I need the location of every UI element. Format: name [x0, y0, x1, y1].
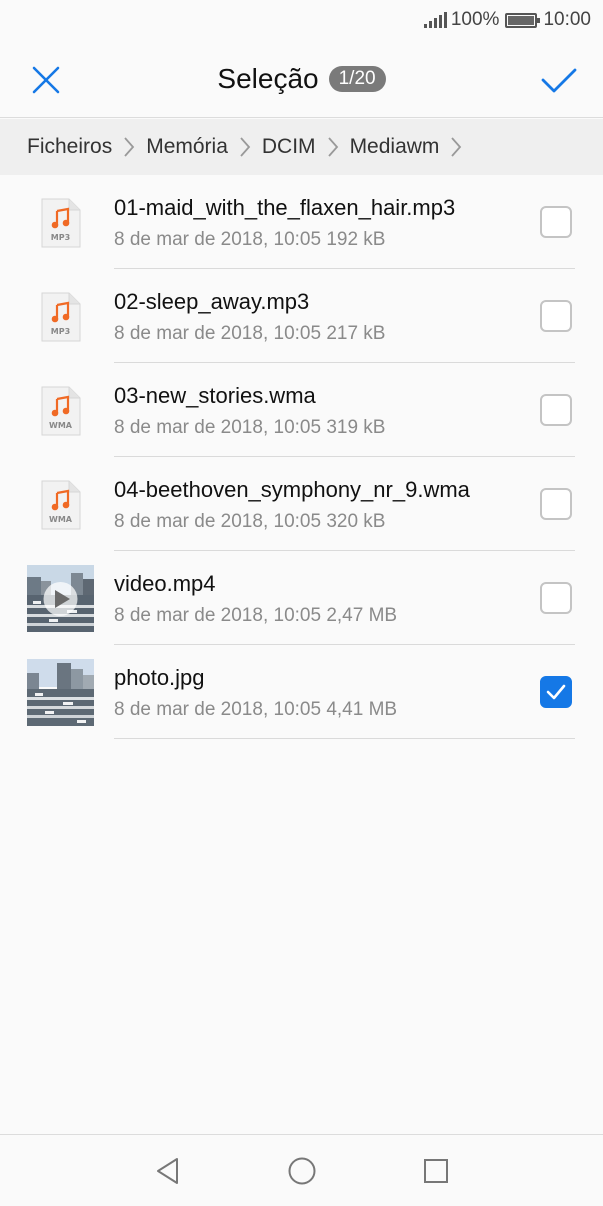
system-navigation-bar: [0, 1134, 603, 1206]
audio-file-icon: WMA: [41, 480, 81, 530]
audio-file-icon: MP3: [41, 292, 81, 342]
file-thumbnail: WMA: [27, 377, 94, 444]
chevron-right-icon: [112, 119, 146, 175]
breadcrumb-item-memoria[interactable]: Memória: [146, 135, 228, 159]
file-row[interactable]: MP3 02-sleep_away.mp3 8 de mar de 2018, …: [0, 269, 603, 363]
breadcrumb-item-dcim[interactable]: DCIM: [262, 135, 316, 159]
square-recents-icon: [424, 1159, 448, 1183]
file-meta: 8 de mar de 2018, 10:05 4,41 MB: [114, 699, 398, 720]
selection-app-bar: Seleção 1/20: [0, 40, 603, 118]
file-checkbox[interactable]: [540, 206, 572, 238]
photo-thumbnail: [27, 659, 94, 726]
breadcrumb: Ficheiros Memória DCIM Mediawm: [0, 119, 603, 175]
breadcrumb-item-mediawm[interactable]: Mediawm: [350, 135, 440, 159]
file-list: MP3 01-maid_with_the_flaxen_hair.mp3 8 d…: [0, 175, 603, 739]
file-meta: 8 de mar de 2018, 10:05 192 kB: [114, 229, 386, 250]
chevron-right-icon: [316, 119, 350, 175]
file-checkbox[interactable]: [540, 582, 572, 614]
file-checkbox-checked[interactable]: [540, 676, 572, 708]
file-row[interactable]: MP3 01-maid_with_the_flaxen_hair.mp3 8 d…: [0, 175, 603, 269]
file-extension-label: MP3: [50, 326, 71, 336]
breadcrumb-item-ficheiros[interactable]: Ficheiros: [27, 135, 112, 159]
status-indicators: 100% 10:00: [423, 9, 591, 31]
file-thumbnail: WMA: [27, 471, 94, 538]
file-checkbox[interactable]: [540, 394, 572, 426]
cancel-selection-button[interactable]: [26, 60, 66, 100]
file-name: 04-beethoven_symphony_nr_9.wma: [114, 477, 470, 502]
battery-icon: [505, 12, 541, 28]
file-meta: 8 de mar de 2018, 10:05 320 kB: [114, 511, 386, 532]
checkmark-icon: [541, 68, 577, 93]
checkmark-icon: [546, 684, 566, 700]
file-meta: 8 de mar de 2018, 10:05 319 kB: [114, 417, 386, 438]
file-row[interactable]: WMA 03-new_stories.wma 8 de mar de 2018,…: [0, 363, 603, 457]
audio-file-icon: WMA: [41, 386, 81, 436]
recents-button[interactable]: [420, 1155, 452, 1187]
file-checkbox[interactable]: [540, 488, 572, 520]
file-thumbnail: [27, 659, 94, 726]
back-button[interactable]: [152, 1155, 184, 1187]
circle-home-icon: [288, 1157, 316, 1185]
signal-icon: [423, 12, 447, 28]
file-thumbnail: MP3: [27, 189, 94, 256]
file-name: 01-maid_with_the_flaxen_hair.mp3: [114, 195, 456, 220]
file-meta: 8 de mar de 2018, 10:05 2,47 MB: [114, 605, 398, 626]
file-checkbox[interactable]: [540, 300, 572, 332]
play-icon: [43, 582, 78, 616]
selection-count-badge: 1/20: [328, 66, 386, 92]
file-name: 02-sleep_away.mp3: [114, 289, 310, 314]
file-name: video.mp4: [114, 571, 216, 596]
confirm-selection-button[interactable]: [539, 60, 579, 100]
file-meta: 8 de mar de 2018, 10:05 217 kB: [114, 323, 386, 344]
file-extension-label: MP3: [50, 232, 71, 242]
file-name: 03-new_stories.wma: [114, 383, 316, 408]
file-thumbnail: MP3: [27, 283, 94, 350]
page-title: Seleção: [217, 63, 319, 94]
audio-file-icon: MP3: [41, 198, 81, 248]
battery-percent: 100%: [450, 9, 500, 30]
home-button[interactable]: [286, 1155, 318, 1187]
video-thumbnail: [27, 565, 94, 632]
status-bar: 100% 10:00: [0, 0, 603, 40]
row-divider: [114, 738, 575, 739]
file-thumbnail: [27, 565, 94, 632]
triangle-back-icon: [157, 1158, 178, 1184]
file-name: photo.jpg: [114, 665, 205, 690]
file-extension-label: WMA: [49, 514, 72, 524]
title-group: Seleção 1/20: [0, 40, 603, 118]
file-row[interactable]: photo.jpg 8 de mar de 2018, 10:05 4,41 M…: [0, 645, 603, 739]
close-icon: [32, 66, 60, 94]
chevron-right-icon: [228, 119, 262, 175]
file-extension-label: WMA: [49, 420, 72, 430]
file-row[interactable]: WMA 04-beethoven_symphony_nr_9.wma 8 de …: [0, 457, 603, 551]
chevron-right-icon: [439, 119, 473, 175]
file-row[interactable]: video.mp4 8 de mar de 2018, 10:05 2,47 M…: [0, 551, 603, 645]
clock: 10:00: [543, 9, 591, 30]
